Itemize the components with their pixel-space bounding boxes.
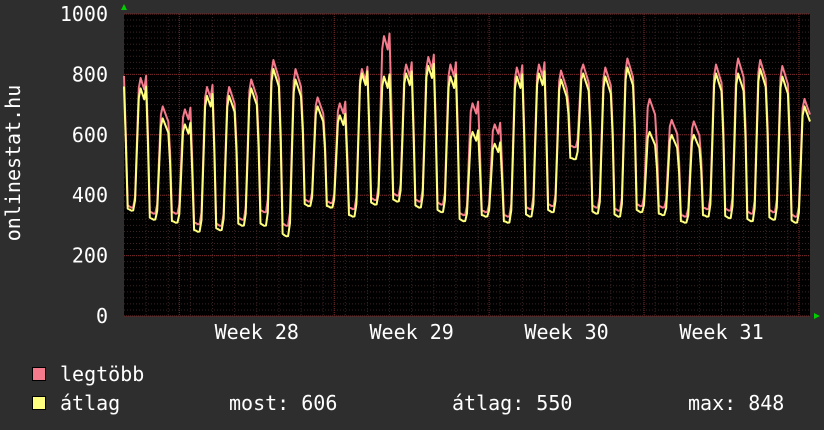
y-tick-label: 0 — [96, 304, 108, 328]
x-tick-label: Week 29 — [370, 320, 454, 344]
y-tick-label: 800 — [72, 62, 108, 86]
y-tick-label: 200 — [72, 244, 108, 268]
y-axis-arrow — [121, 4, 127, 10]
x-tick-label: Week 31 — [679, 320, 763, 344]
x-tick-label: Week 28 — [215, 320, 299, 344]
traffic-chart: 0 200 400 600 800 1000 Week 28 Week 29 Week 30 We… — [1, 2, 820, 344]
x-tick-label: Week 30 — [524, 320, 608, 344]
y-tick-label: 400 — [72, 183, 108, 207]
y-tick-label: 1000 — [60, 2, 108, 26]
y-tick-label: 600 — [72, 123, 108, 147]
y-axis-title: onlinestat.hu — [1, 85, 25, 242]
x-axis-arrow — [814, 313, 820, 319]
